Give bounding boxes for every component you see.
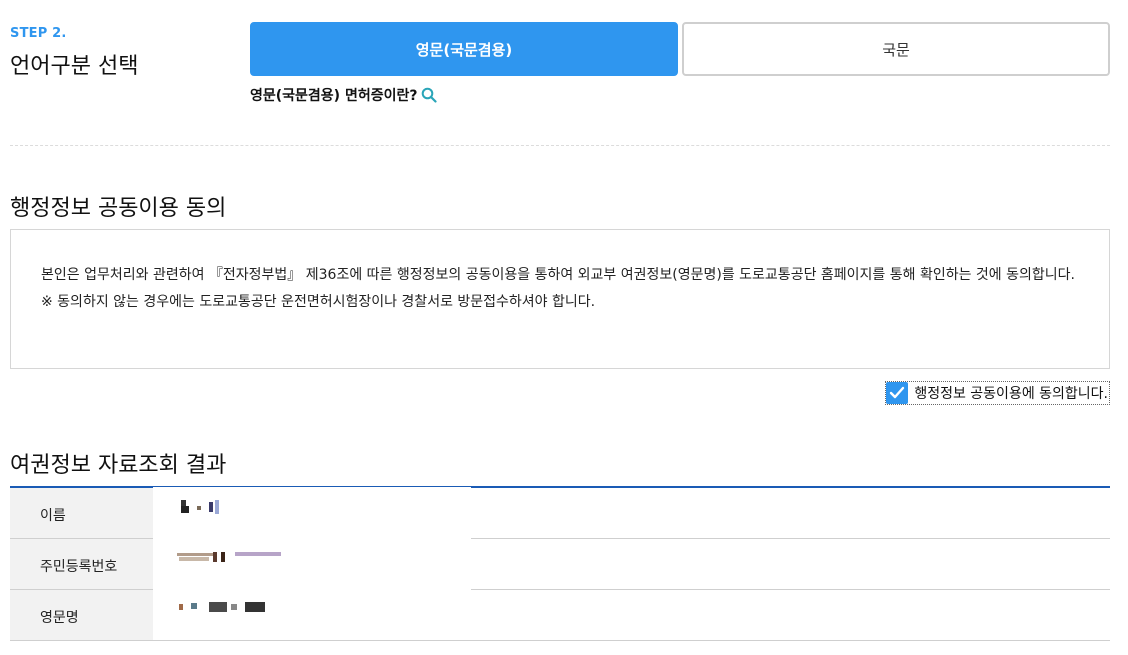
redacted-value-name [153, 487, 1110, 538]
license-help-link[interactable]: 영문(국문겸용) 면허증이란? [250, 85, 438, 105]
language-english-korean-button[interactable]: 영문(국문겸용) [250, 22, 678, 76]
consent-checkbox-label: 행정정보 공동이용에 동의합니다. [914, 386, 1108, 402]
redacted-value-resident-number [153, 538, 1110, 589]
row-label-resident-number: 주민등록번호 [10, 539, 153, 589]
section-divider [10, 145, 1110, 146]
consent-checkbox[interactable] [886, 382, 909, 404]
row-label-name: 이름 [10, 488, 153, 538]
step-label: STEP 2. [10, 26, 67, 41]
consent-agree-checkbox-row[interactable]: 행정정보 공동이용에 동의합니다. [885, 381, 1110, 405]
consent-text-box: 본인은 업무처리와 관련하여 『전자정부법』 제36조에 따른 행정정보의 공동… [10, 229, 1110, 369]
check-icon [890, 386, 905, 399]
language-korean-button[interactable]: 국문 [682, 22, 1110, 76]
consent-section-title: 행정정보 공동이용 동의 [10, 196, 227, 221]
consent-paragraph: 본인은 업무처리와 관련하여 『전자정부법』 제36조에 따른 행정정보의 공동… [41, 267, 1075, 283]
table-row: 영문명 [10, 589, 1110, 641]
table-row: 주민등록번호 [10, 538, 1110, 590]
help-link-text: 영문(국문겸용) 면허증이란? [250, 88, 418, 104]
search-icon [421, 87, 438, 103]
consent-notice: ※ 동의하지 않는 경우에는 도로교통공단 운전면허시험장이나 경찰서로 방문접… [41, 293, 596, 310]
passport-result-title: 여권정보 자료조회 결과 [10, 453, 227, 478]
table-row: 이름 [10, 487, 1110, 539]
step-title: 언어구분 선택 [10, 54, 139, 79]
redacted-value-english-name [153, 589, 1110, 640]
passport-result-table: 이름 주민등록번호 영문명 [10, 486, 1110, 641]
row-label-english-name: 영문명 [10, 590, 153, 640]
